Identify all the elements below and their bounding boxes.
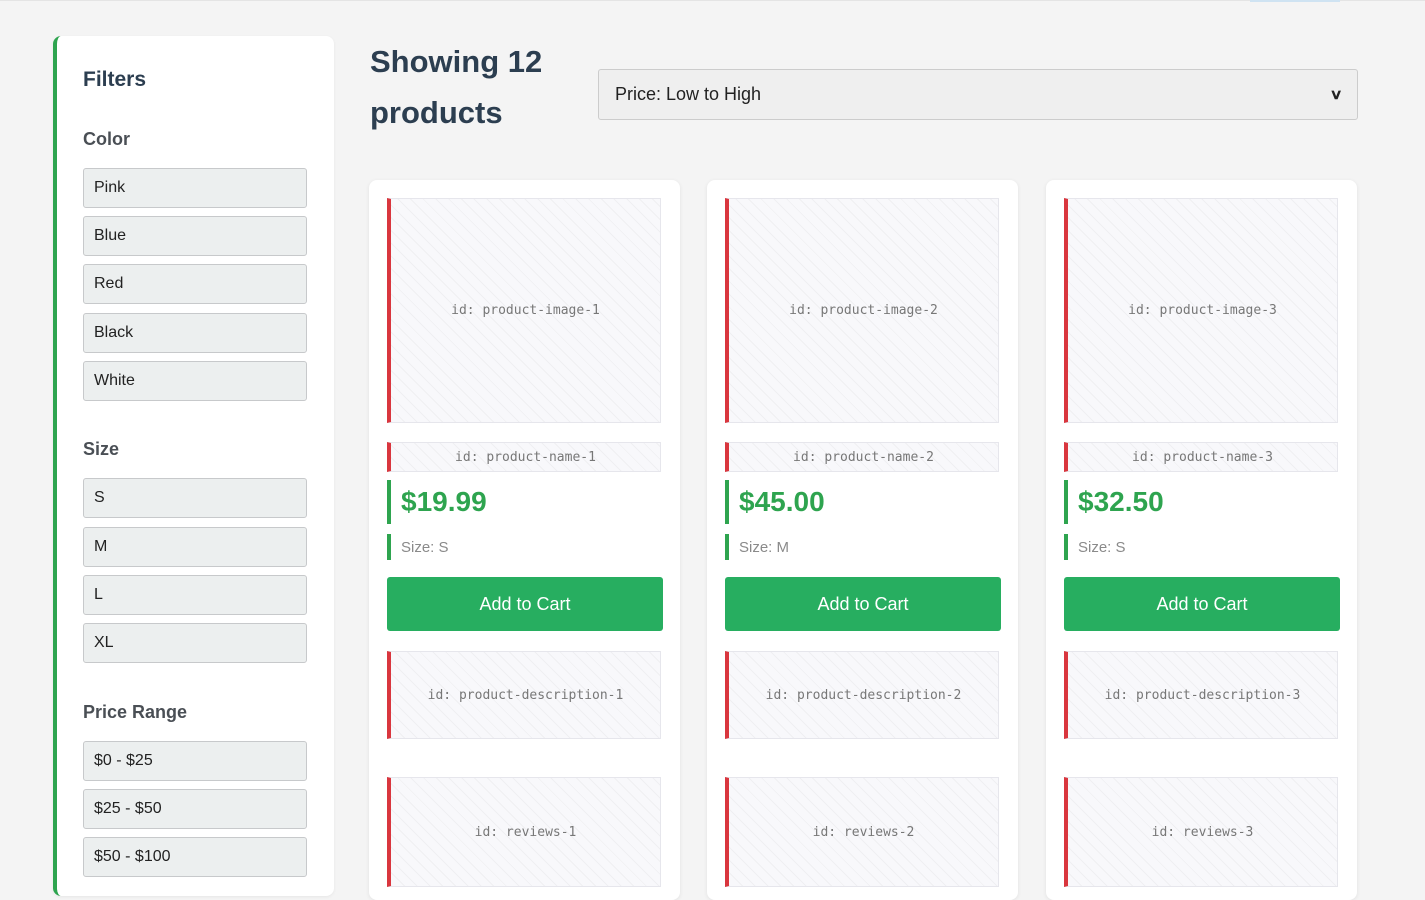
product-image-placeholder: id: product-image-2 — [725, 198, 999, 423]
add-to-cart-button[interactable]: Add to Cart — [725, 577, 1001, 631]
size-group-title: Size — [83, 439, 120, 459]
reviews-placeholder: id: reviews-3 — [1064, 777, 1338, 887]
filters-sidebar: Filters Color Pink Blue Red Black White … — [53, 36, 334, 896]
color-group-title: Color — [83, 129, 130, 149]
price-filter-25-50[interactable]: $25 - $50 — [83, 789, 307, 829]
color-filter-black[interactable]: Black — [83, 313, 307, 353]
add-to-cart-button[interactable]: Add to Cart — [1064, 577, 1340, 631]
product-size: Size: M — [725, 534, 999, 560]
reviews-placeholder: id: reviews-1 — [387, 777, 661, 887]
size-filter-xl[interactable]: XL — [83, 623, 307, 663]
color-filter-red[interactable]: Red — [83, 264, 307, 304]
sort-selected-value: Price: Low to High — [615, 84, 762, 104]
size-filter-l[interactable]: L — [83, 575, 307, 615]
size-filter-m[interactable]: M — [83, 527, 307, 567]
product-card: id: product-image-1 id: product-name-1 $… — [369, 180, 680, 900]
product-image-placeholder: id: product-image-3 — [1064, 198, 1338, 423]
price-filter-0-25[interactable]: $0 - $25 — [83, 741, 307, 781]
product-size: Size: S — [1064, 534, 1338, 560]
chevron-down-icon: ∨ — [1329, 86, 1343, 102]
size-filter-s[interactable]: S — [83, 478, 307, 518]
product-description-placeholder: id: product-description-1 — [387, 651, 661, 739]
add-to-cart-button[interactable]: Add to Cart — [387, 577, 663, 631]
price-range-group-title: Price Range — [83, 702, 188, 722]
product-name-placeholder: id: product-name-2 — [725, 442, 999, 472]
product-name-placeholder: id: product-name-1 — [387, 442, 661, 472]
product-price: $19.99 — [387, 480, 661, 524]
color-filter-pink[interactable]: Pink — [83, 168, 307, 208]
filters-title: Filters — [83, 68, 147, 91]
product-card: id: product-image-3 id: product-name-3 $… — [1046, 180, 1357, 900]
product-card: id: product-image-2 id: product-name-2 $… — [707, 180, 1018, 900]
product-description-placeholder: id: product-description-3 — [1064, 651, 1338, 739]
top-border — [0, 0, 1425, 1]
results-count-title: Showing 12 products — [370, 44, 543, 130]
price-filter-50-100[interactable]: $50 - $100 — [83, 837, 307, 877]
product-name-placeholder: id: product-name-3 — [1064, 442, 1338, 472]
product-image-placeholder: id: product-image-1 — [387, 198, 661, 423]
color-filter-white[interactable]: White — [83, 361, 307, 401]
product-price: $32.50 — [1064, 480, 1338, 524]
top-accent-bar — [1250, 0, 1340, 2]
reviews-placeholder: id: reviews-2 — [725, 777, 999, 887]
color-filter-blue[interactable]: Blue — [83, 216, 307, 256]
product-size: Size: S — [387, 534, 661, 560]
product-price: $45.00 — [725, 480, 999, 524]
product-description-placeholder: id: product-description-2 — [725, 651, 999, 739]
sort-select[interactable]: Price: Low to High ∨ — [598, 69, 1358, 120]
